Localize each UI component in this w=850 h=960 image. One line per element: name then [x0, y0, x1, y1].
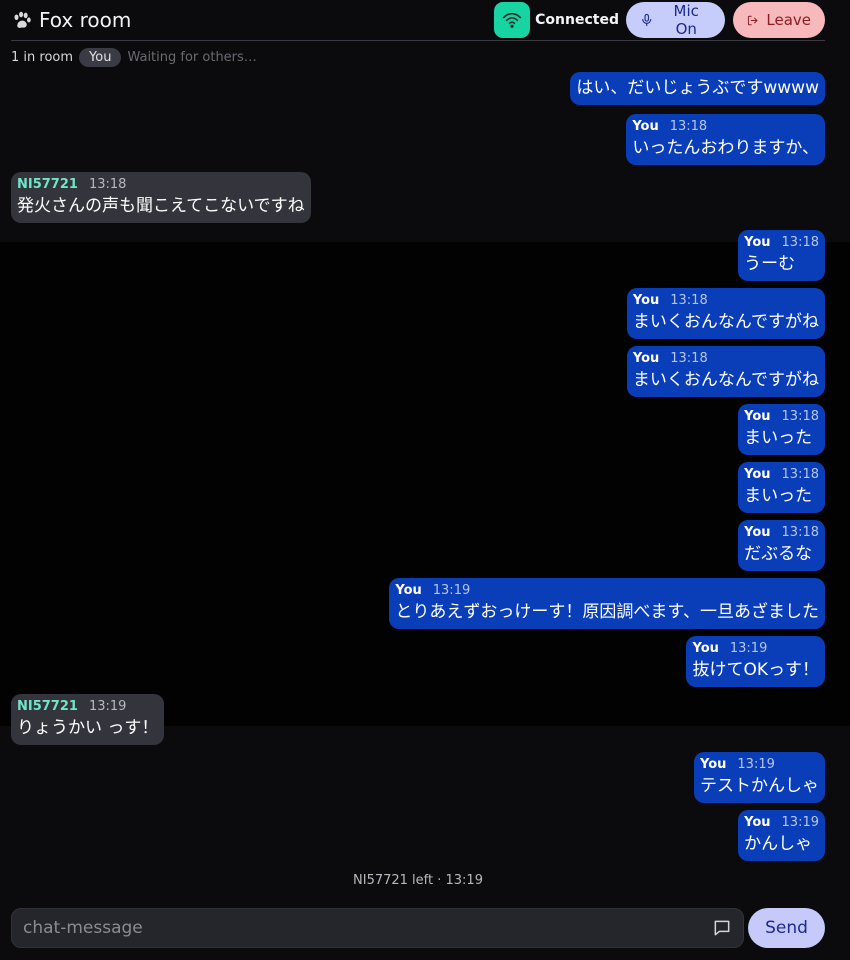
- message-bubble-self: You 13:19 とりあえずおっけーす！原因調べます、一旦あざました: [389, 578, 825, 629]
- leave-button[interactable]: Leave: [733, 2, 825, 38]
- message-text: だぶるな: [744, 544, 813, 564]
- message-sender: You: [632, 351, 660, 366]
- message-bubble-self: You 13:19 かんしゃ: [738, 810, 825, 861]
- message-text: はい、だいじょうぶですwwww: [576, 78, 819, 98]
- mic-toggle-button[interactable]: Mic On: [626, 2, 725, 38]
- message-bubble-self: はい、だいじょうぶですwwww: [570, 72, 825, 105]
- room-title: Fox room: [39, 8, 132, 32]
- message-time: 13:18: [669, 119, 708, 134]
- message-bubble-self: You 13:18 まいった: [738, 404, 825, 455]
- mic-button-label: Mic On: [673, 2, 699, 38]
- message-text: まいくおんなんですがね: [632, 370, 819, 390]
- message-time: 13:18: [670, 293, 708, 308]
- paw-icon: [14, 11, 31, 28]
- message-time: 13:18: [88, 177, 127, 192]
- message-sender: You: [632, 293, 660, 308]
- message-time: 13:19: [432, 583, 471, 598]
- message-bubble-self: You 13:19 テストかんしゃ: [694, 752, 825, 803]
- message-text: まいった: [744, 428, 813, 448]
- message-sender: You: [744, 815, 771, 830]
- message-composer: Send: [11, 908, 825, 948]
- mic-icon: [642, 13, 652, 27]
- message-sender: You: [632, 119, 659, 134]
- message-bubble-self: You 13:18 だぶるな: [738, 520, 825, 571]
- message-sender: You: [744, 525, 771, 540]
- message-sender: You: [700, 757, 727, 772]
- message-bubble-self: You 13:18 いったんおわりますか、: [626, 114, 825, 165]
- message-list[interactable]: はい、だいじょうぶですwwww You 13:18 いったんおわりますか、 NI…: [0, 70, 850, 900]
- wifi-icon: [502, 12, 522, 28]
- message-text: まいった: [744, 486, 813, 506]
- room-title-area: Fox room: [11, 8, 131, 32]
- message-time: 13:19: [88, 699, 127, 714]
- message-bubble-self: You 13:18 まいった: [738, 462, 825, 513]
- header-bar: Fox room Connected Mic On Leave: [11, 0, 825, 41]
- message-sender: You: [744, 409, 771, 424]
- chat-input-wrapper: [11, 908, 744, 948]
- message-bubble-self: You 13:18 まいくおんなんですがね: [626, 288, 825, 339]
- message-text: かんしゃ: [744, 834, 813, 854]
- message-time: 13:18: [670, 351, 708, 366]
- chat-app: Fox room Connected Mic On Leave 1 in roo…: [0, 0, 850, 960]
- self-participant-badge: You: [79, 47, 122, 67]
- message-text: りょうかい っす！: [17, 718, 159, 738]
- room-info-bar: 1 in room You Waiting for others…: [11, 46, 257, 68]
- message-sender: You: [692, 641, 719, 656]
- message-text: 抜けてOKっす！: [692, 660, 819, 680]
- message-time: 13:18: [781, 235, 819, 250]
- message-time: 13:18: [781, 525, 819, 540]
- message-text: 発火さんの声も聞こえてこないですね: [17, 196, 305, 216]
- connection-status-text: Connected: [535, 12, 619, 28]
- message-time: 13:19: [737, 757, 775, 772]
- send-button[interactable]: Send: [748, 908, 825, 948]
- message-text: いったんおわりますか、: [632, 138, 819, 158]
- message-sender: You: [744, 235, 771, 250]
- message-time: 13:18: [781, 467, 819, 482]
- message-bubble-self: You 13:18 まいくおんなんですがね: [626, 346, 825, 397]
- log-out-icon: [747, 15, 758, 25]
- message-bubble-self: You 13:18 うーむ: [738, 230, 825, 281]
- leave-button-label: Leave: [766, 11, 811, 29]
- message-bubble-other: NI57721 13:18 発火さんの声も聞こえてこないですね: [11, 172, 311, 223]
- connection-status-indicator: [494, 2, 531, 38]
- participant-count: 1 in room: [11, 49, 74, 65]
- message-sender: NI57721: [17, 699, 78, 714]
- message-sender: You: [744, 467, 771, 482]
- message-sender: You: [395, 583, 422, 598]
- waiting-status: Waiting for others…: [127, 49, 257, 65]
- message-text: とりあえずおっけーす！原因調べます、一旦あざました: [395, 602, 819, 622]
- message-time: 13:18: [781, 409, 819, 424]
- message-time: 13:19: [781, 815, 819, 830]
- message-text: まいくおんなんですがね: [632, 312, 819, 332]
- message-bubble-self: You 13:19 抜けてOKっす！: [686, 636, 825, 687]
- system-message: NI57721 left · 13:19: [353, 873, 483, 888]
- chat-message-input[interactable]: [23, 918, 712, 938]
- message-text: テストかんしゃ: [700, 776, 819, 796]
- message-square-icon[interactable]: [712, 918, 732, 938]
- message-text: うーむ: [744, 254, 796, 274]
- message-sender: NI57721: [17, 177, 78, 192]
- message-bubble-other: NI57721 13:19 りょうかい っす！: [11, 694, 165, 745]
- message-time: 13:19: [729, 641, 768, 656]
